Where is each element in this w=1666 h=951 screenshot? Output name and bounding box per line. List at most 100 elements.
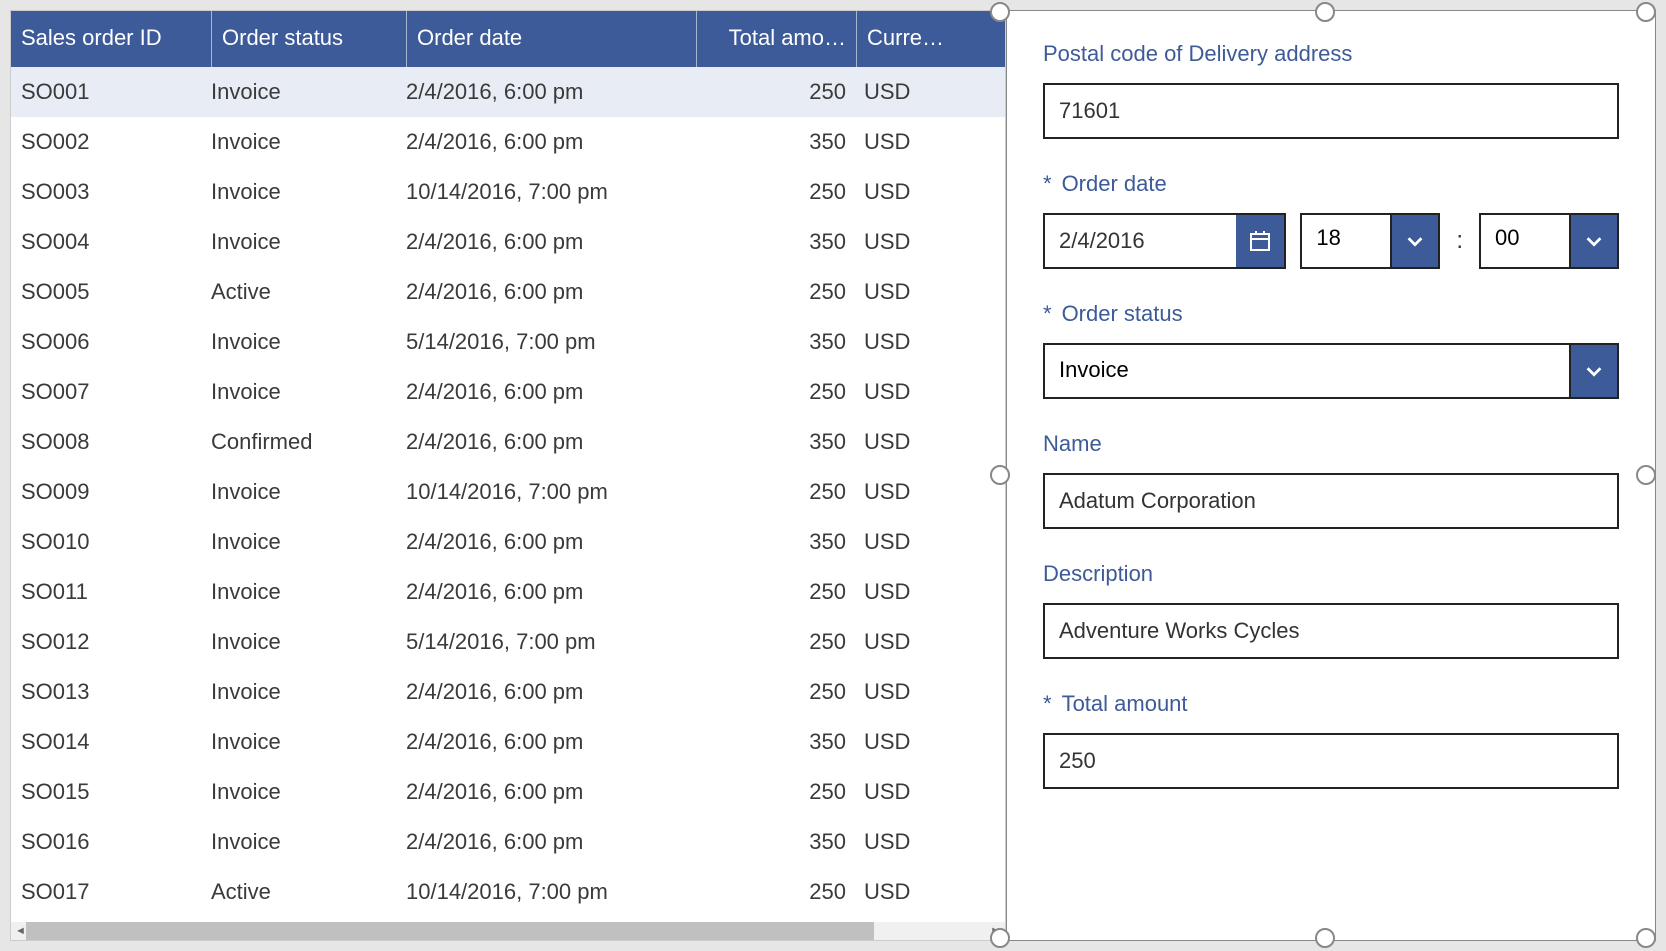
cell-currency: USD [856,579,966,605]
cell-date: 2/4/2016, 6:00 pm [406,679,696,705]
cell-amount: 350 [696,829,856,855]
table-row[interactable]: SO013Invoice2/4/2016, 6:00 pm250USD [11,667,1005,717]
cell-amount: 250 [696,179,856,205]
resize-handle[interactable] [1315,928,1335,948]
table-row[interactable]: SO006Invoice5/14/2016, 7:00 pm350USD [11,317,1005,367]
cell-status: Invoice [211,679,406,705]
table-row[interactable]: SO005Active2/4/2016, 6:00 pm250USD [11,267,1005,317]
cell-id: SO010 [11,529,211,555]
cell-amount: 250 [696,479,856,505]
total-amount-input[interactable] [1043,733,1619,789]
resize-handle[interactable] [990,2,1010,22]
chevron-down-icon[interactable] [1390,213,1440,269]
cell-amount: 250 [696,879,856,905]
cell-date: 2/4/2016, 6:00 pm [406,729,696,755]
table-row[interactable]: SO007Invoice2/4/2016, 6:00 pm250USD [11,367,1005,417]
order-date-label: Order date [1043,171,1619,197]
calendar-icon[interactable] [1236,213,1286,269]
cell-status: Invoice [211,729,406,755]
table-row[interactable]: SO002Invoice2/4/2016, 6:00 pm350USD [11,117,1005,167]
cell-currency: USD [856,679,966,705]
table-row[interactable]: SO010Invoice2/4/2016, 6:00 pm350USD [11,517,1005,567]
cell-currency: USD [856,379,966,405]
cell-amount: 250 [696,79,856,105]
cell-amount: 250 [696,279,856,305]
resize-handle[interactable] [990,465,1010,485]
cell-status: Invoice [211,79,406,105]
cell-id: SO002 [11,129,211,155]
col-header-id[interactable]: Sales order ID [11,11,211,67]
cell-status: Active [211,279,406,305]
cell-status: Invoice [211,329,406,355]
table-row[interactable]: SO012Invoice5/14/2016, 7:00 pm250USD [11,617,1005,667]
cell-status: Invoice [211,479,406,505]
cell-currency: USD [856,629,966,655]
name-input[interactable] [1043,473,1619,529]
cell-currency: USD [856,479,966,505]
hour-dropdown-value[interactable]: 18 [1300,213,1390,269]
cell-currency: USD [856,129,966,155]
cell-id: SO014 [11,729,211,755]
table-row[interactable]: SO003Invoice10/14/2016, 7:00 pm250USD [11,167,1005,217]
cell-currency: USD [856,879,966,905]
resize-handle[interactable] [1636,928,1656,948]
cell-currency: USD [856,529,966,555]
cell-amount: 350 [696,529,856,555]
detail-form-panel: Postal code of Delivery address Order da… [1006,10,1656,941]
cell-amount: 350 [696,229,856,255]
sales-order-grid: Sales order ID Order status Order date T… [10,10,1006,941]
table-row[interactable]: SO001Invoice2/4/2016, 6:00 pm250USD [11,67,1005,117]
col-header-currency[interactable]: Currency of T [856,11,966,67]
cell-date: 5/14/2016, 7:00 pm [406,329,696,355]
col-header-status[interactable]: Order status [211,11,406,67]
postal-code-label: Postal code of Delivery address [1043,41,1619,67]
order-date-input[interactable] [1043,213,1236,269]
order-status-dropdown[interactable]: Invoice [1043,343,1569,399]
grid-body[interactable]: SO001Invoice2/4/2016, 6:00 pm250USDSO002… [11,67,1005,922]
cell-amount: 250 [696,779,856,805]
col-header-amount[interactable]: Total amo… [696,11,856,67]
description-input[interactable] [1043,603,1619,659]
table-row[interactable]: SO014Invoice2/4/2016, 6:00 pm350USD [11,717,1005,767]
cell-currency: USD [856,329,966,355]
resize-handle[interactable] [990,928,1010,948]
postal-code-input[interactable] [1043,83,1619,139]
order-status-label: Order status [1043,301,1619,327]
cell-amount: 250 [696,629,856,655]
table-row[interactable]: SO009Invoice10/14/2016, 7:00 pm250USD [11,467,1005,517]
table-row[interactable]: SO004Invoice2/4/2016, 6:00 pm350USD [11,217,1005,267]
resize-handle[interactable] [1636,2,1656,22]
cell-id: SO015 [11,779,211,805]
cell-id: SO006 [11,329,211,355]
cell-currency: USD [856,729,966,755]
col-header-date[interactable]: Order date [406,11,696,67]
cell-status: Invoice [211,129,406,155]
resize-handle[interactable] [1636,465,1656,485]
cell-status: Confirmed [211,429,406,455]
grid-header: Sales order ID Order status Order date T… [11,11,1005,67]
table-row[interactable]: SO011Invoice2/4/2016, 6:00 pm250USD [11,567,1005,617]
cell-currency: USD [856,779,966,805]
grid-horizontal-scrollbar[interactable]: ◄ ► [11,922,1005,940]
cell-currency: USD [856,229,966,255]
cell-id: SO011 [11,579,211,605]
description-label: Description [1043,561,1619,587]
cell-amount: 250 [696,679,856,705]
cell-date: 10/14/2016, 7:00 pm [406,479,696,505]
cell-date: 2/4/2016, 6:00 pm [406,429,696,455]
table-row[interactable]: SO016Invoice2/4/2016, 6:00 pm350USD [11,817,1005,867]
cell-amount: 350 [696,329,856,355]
table-row[interactable]: SO008Confirmed2/4/2016, 6:00 pm350USD [11,417,1005,467]
table-row[interactable]: SO015Invoice2/4/2016, 6:00 pm250USD [11,767,1005,817]
chevron-down-icon[interactable] [1569,343,1619,399]
resize-handle[interactable] [1315,2,1335,22]
table-row[interactable]: SO017Active10/14/2016, 7:00 pm250USD [11,867,1005,917]
cell-status: Invoice [211,779,406,805]
chevron-down-icon[interactable] [1569,213,1619,269]
cell-status: Invoice [211,229,406,255]
minute-dropdown-value[interactable]: 00 [1479,213,1569,269]
cell-date: 5/14/2016, 7:00 pm [406,629,696,655]
cell-amount: 250 [696,579,856,605]
cell-currency: USD [856,429,966,455]
cell-status: Invoice [211,629,406,655]
